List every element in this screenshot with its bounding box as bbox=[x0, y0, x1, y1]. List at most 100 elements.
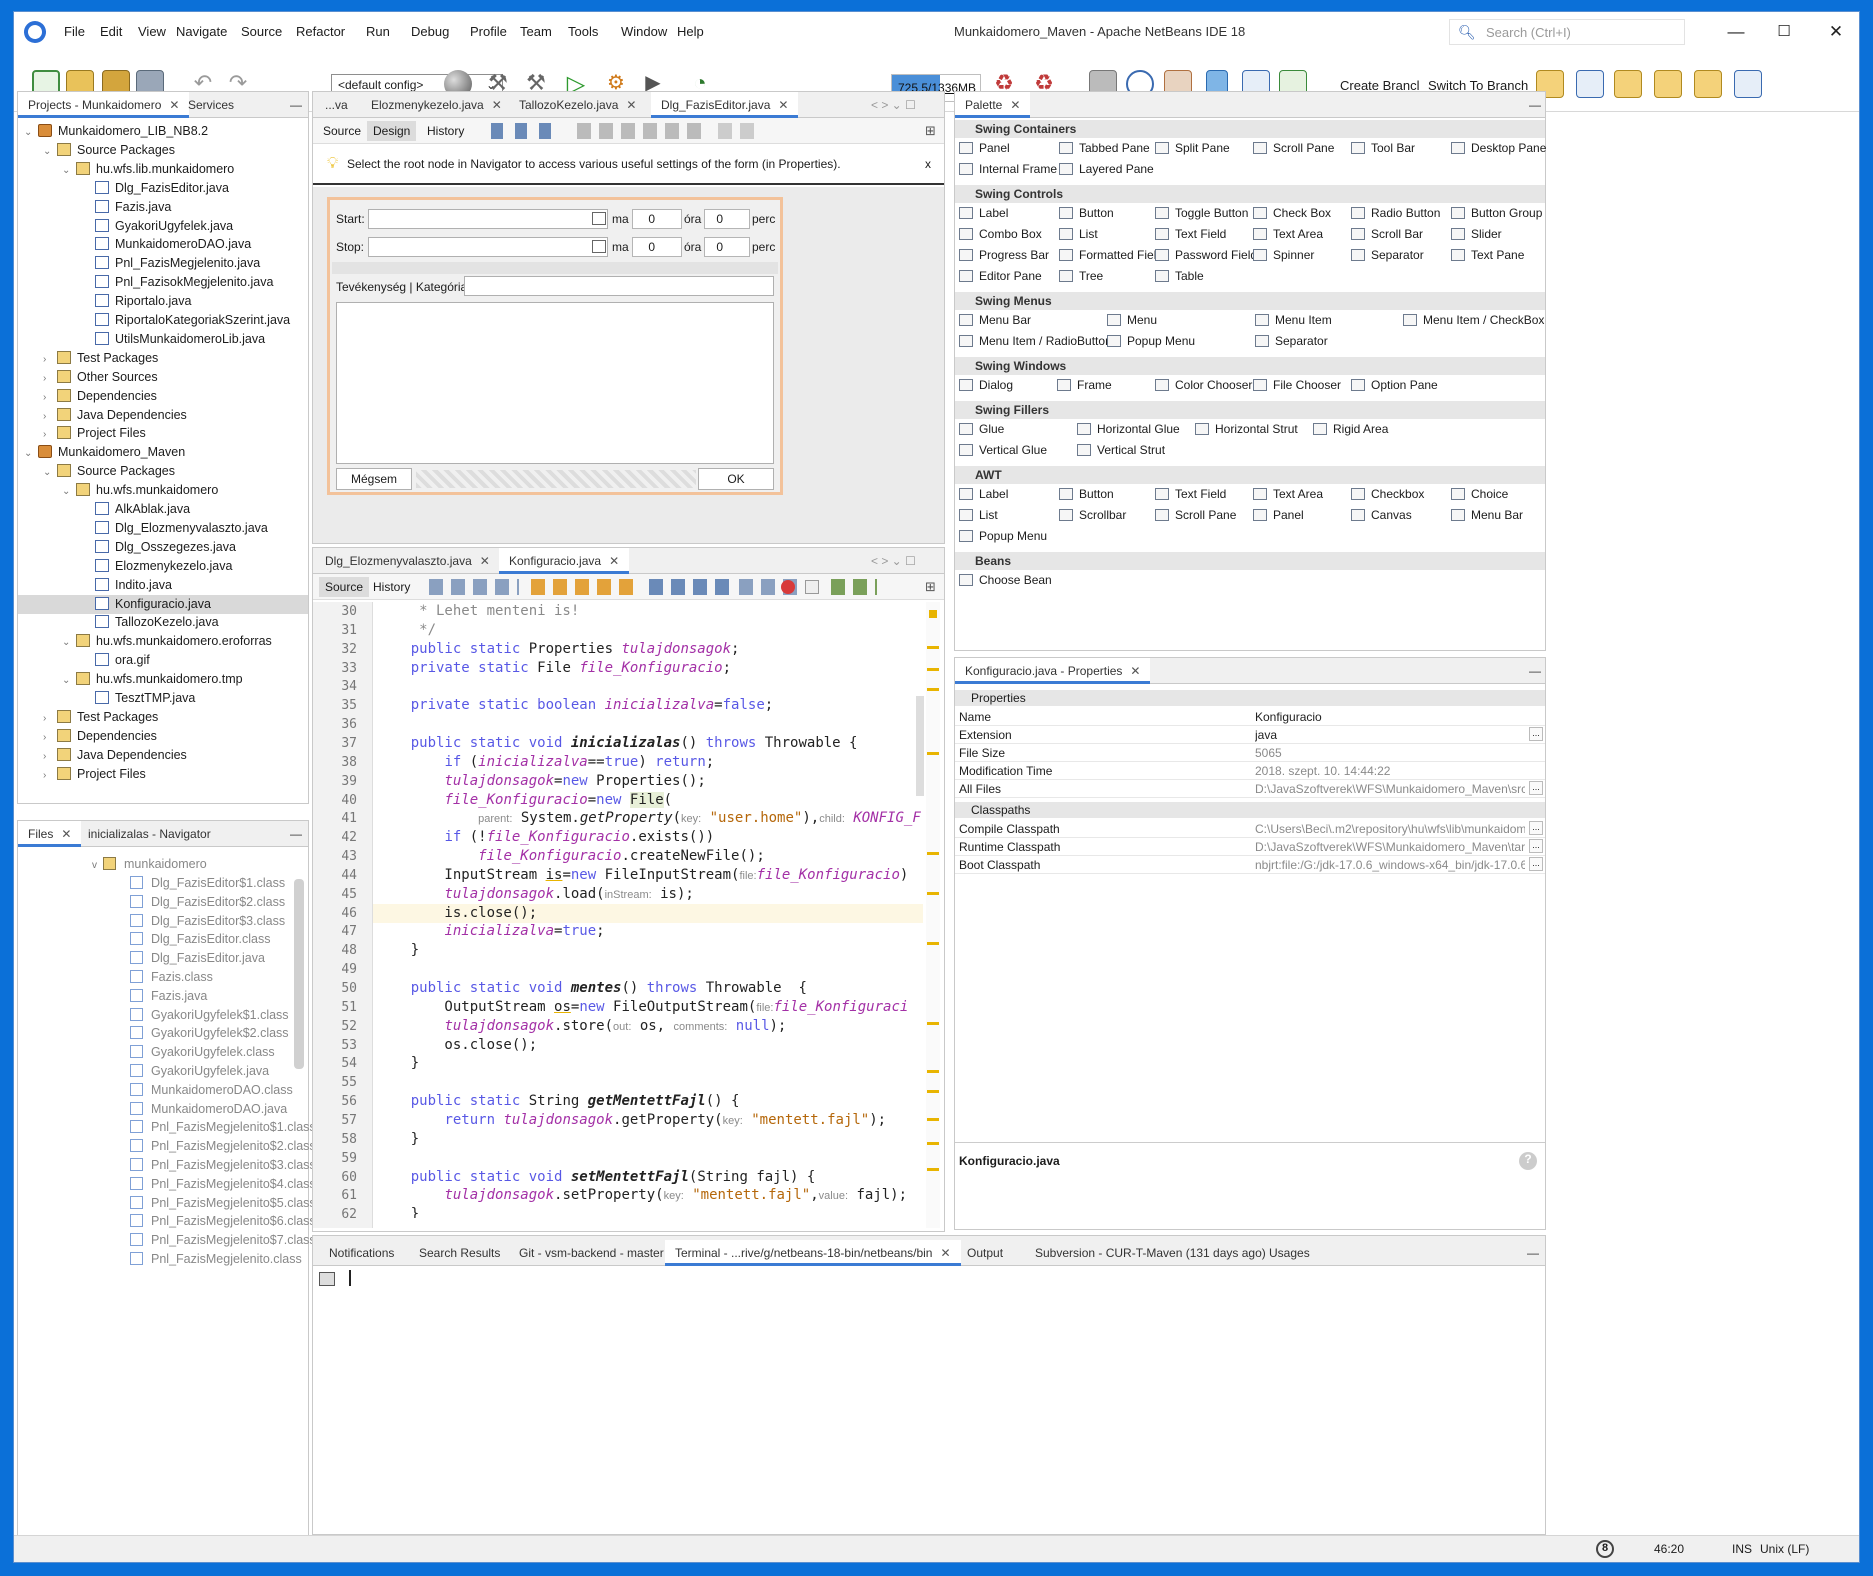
chevron-right-icon[interactable]: › bbox=[43, 388, 57, 407]
tree-item[interactable]: › Project Files bbox=[18, 765, 308, 784]
terminal-cursor[interactable] bbox=[349, 1270, 351, 1286]
close-icon[interactable]: ✕ bbox=[940, 1246, 950, 1260]
help-icon[interactable]: ? bbox=[1519, 1152, 1537, 1170]
code-line[interactable]: os.close(); bbox=[373, 1036, 923, 1055]
chevron-down-icon[interactable]: ⌄ bbox=[24, 123, 38, 142]
code-line[interactable]: private static boolean inicializalva=fal… bbox=[373, 696, 923, 715]
palette-item[interactable]: Glue bbox=[959, 422, 1004, 436]
tab-git[interactable]: Git - vsm-backend - master bbox=[509, 1240, 674, 1266]
palette-section-header[interactable]: Swing Controls bbox=[955, 185, 1545, 203]
code-line[interactable]: */ bbox=[373, 621, 923, 640]
tree-item[interactable]: › Dependencies bbox=[18, 387, 308, 406]
palette-item[interactable]: Vertical Glue bbox=[959, 443, 1047, 457]
file-item[interactable]: Dlg_FazisEditor.class bbox=[130, 930, 271, 949]
code-line[interactable]: public static String getMentettFajl() { bbox=[373, 1092, 923, 1111]
tree-item[interactable]: › Project Files bbox=[18, 424, 308, 443]
search-input[interactable]: 🔍︎ Search (Ctrl+I) bbox=[1449, 19, 1685, 45]
tree-item[interactable]: TallozoKezelo.java bbox=[18, 613, 308, 632]
tree-item[interactable]: Dlg_FazisEditor.java bbox=[18, 179, 308, 198]
stop-date-field[interactable] bbox=[368, 237, 608, 257]
file-item[interactable]: Dlg_FazisEditor$3.class bbox=[130, 912, 285, 931]
palette-item[interactable]: Text Field bbox=[1155, 487, 1226, 501]
code-line[interactable] bbox=[373, 677, 923, 696]
edit-property-button[interactable]: ... bbox=[1529, 857, 1543, 871]
close-icon[interactable]: ✕ bbox=[778, 98, 788, 112]
palette-item[interactable]: Tree bbox=[1059, 269, 1103, 283]
file-item[interactable]: Fazis.java bbox=[130, 987, 207, 1006]
close-icon[interactable]: ✕ bbox=[480, 554, 490, 568]
warning-marker[interactable] bbox=[927, 668, 939, 671]
warning-marker[interactable] bbox=[927, 892, 939, 895]
warning-marker[interactable] bbox=[927, 942, 939, 945]
history-mode-button[interactable]: History bbox=[373, 580, 410, 594]
palette-item[interactable]: Text Area bbox=[1253, 487, 1323, 501]
palette-item[interactable]: Editor Pane bbox=[959, 269, 1042, 283]
tree-item[interactable]: Pnl_FazisokMegjelenito.java bbox=[18, 273, 308, 292]
tab-projects[interactable]: Projects - Munkaidomero ✕ bbox=[18, 92, 190, 118]
close-icon[interactable]: ✕ bbox=[1130, 664, 1140, 678]
palette-section-header[interactable]: Swing Windows bbox=[955, 357, 1545, 375]
source-mode-button[interactable]: Source bbox=[319, 577, 370, 597]
palette-item[interactable]: Layered Pane bbox=[1059, 162, 1154, 176]
palette-item[interactable]: Color Chooser bbox=[1155, 378, 1252, 392]
source-mode-button[interactable]: Source bbox=[323, 124, 361, 138]
palette-item[interactable]: Popup Menu bbox=[1107, 334, 1195, 348]
tab-notifications[interactable]: Notifications bbox=[319, 1240, 404, 1266]
files-root[interactable]: v munkaidomero bbox=[92, 855, 207, 874]
git-push-icon[interactable] bbox=[1694, 70, 1722, 98]
close-icon[interactable]: ✕ bbox=[492, 98, 502, 112]
chevron-right-icon[interactable]: › bbox=[43, 728, 57, 747]
code-line[interactable]: inicializalva=true; bbox=[373, 922, 923, 941]
search-tools-icon[interactable] bbox=[531, 579, 641, 595]
file-item[interactable]: GyakoriUgyfelek.java bbox=[130, 1062, 269, 1081]
warning-marker[interactable] bbox=[927, 752, 939, 755]
palette-item[interactable]: Dialog bbox=[959, 378, 1013, 392]
palette-item[interactable]: Scrollbar bbox=[1059, 508, 1126, 522]
minimize-panel-icon[interactable]: — bbox=[1519, 658, 1551, 684]
classpaths-section[interactable]: Classpaths bbox=[955, 802, 1545, 818]
palette-item[interactable]: Internal Frame bbox=[959, 162, 1057, 176]
tree-item[interactable]: RiportaloKategoriakSzerint.java bbox=[18, 311, 308, 330]
palette-item[interactable]: List bbox=[959, 508, 998, 522]
palette-item[interactable]: Choose Bean bbox=[959, 573, 1052, 587]
palette-item[interactable]: Rigid Area bbox=[1313, 422, 1388, 436]
tab-konfiguracio[interactable]: Konfiguracio.java ✕ bbox=[499, 548, 630, 574]
close-button[interactable]: ✕ bbox=[1826, 22, 1846, 42]
calendar-icon[interactable] bbox=[592, 240, 606, 253]
menu-file[interactable]: File bbox=[64, 24, 85, 39]
tab-tallozokezelo[interactable]: TallozoKezelo.java ✕ bbox=[509, 92, 646, 118]
palette-item[interactable]: Text Field bbox=[1155, 227, 1226, 241]
warning-marker[interactable] bbox=[927, 852, 939, 855]
palette-item[interactable]: Menu Bar bbox=[959, 313, 1031, 327]
tree-item[interactable]: › Java Dependencies bbox=[18, 746, 308, 765]
property-row[interactable]: File Size 5065 bbox=[955, 744, 1545, 762]
properties-section[interactable]: Properties bbox=[955, 690, 1545, 706]
code-line[interactable]: file_Konfiguracio.createNewFile(); bbox=[373, 847, 923, 866]
code-line[interactable]: tulajdonsagok.load(inStream: is); bbox=[373, 885, 923, 904]
code-line[interactable] bbox=[373, 960, 923, 979]
palette-item[interactable]: Button bbox=[1059, 487, 1114, 501]
tab-dlg-faziseditor[interactable]: Dlg_FazisEditor.java ✕ bbox=[651, 92, 799, 118]
palette-item[interactable]: Toggle Button bbox=[1155, 206, 1248, 220]
file-item[interactable]: Dlg_FazisEditor.java bbox=[130, 949, 265, 968]
palette-item[interactable]: Menu Bar bbox=[1451, 508, 1523, 522]
file-item[interactable]: MunkaidomeroDAO.class bbox=[130, 1081, 293, 1100]
menu-view[interactable]: View bbox=[138, 24, 166, 39]
code-line[interactable]: InputStream is=new FileInputStream(file:… bbox=[373, 866, 923, 885]
file-item[interactable]: Fazis.class bbox=[130, 968, 213, 987]
tree-item[interactable]: ⌄ Source Packages bbox=[18, 141, 308, 160]
tree-item[interactable]: GyakoriUgyfelek.java bbox=[18, 217, 308, 236]
palette-item[interactable]: Spinner bbox=[1253, 248, 1314, 262]
activity-field[interactable] bbox=[464, 276, 774, 296]
menu-team[interactable]: Team bbox=[520, 24, 552, 39]
tree-item[interactable]: Fazis.java bbox=[18, 198, 308, 217]
code-line[interactable]: if (inicializalva==true) return; bbox=[373, 753, 923, 772]
minimize-panel-icon[interactable]: — bbox=[1519, 92, 1551, 118]
menu-window[interactable]: Window bbox=[621, 24, 667, 39]
tree-item[interactable]: MunkaidomeroDAO.java bbox=[18, 235, 308, 254]
palette-item[interactable]: Text Area bbox=[1253, 227, 1323, 241]
menu-debug[interactable]: Debug bbox=[411, 24, 449, 39]
tree-item[interactable]: ⌄ hu.wfs.munkaidomero.eroforras bbox=[18, 632, 308, 651]
form-dialog[interactable]: Start: ma 0 óra 0 perc Stop: ma 0 óra 0 … bbox=[327, 197, 783, 495]
chevron-right-icon[interactable]: › bbox=[43, 709, 57, 728]
